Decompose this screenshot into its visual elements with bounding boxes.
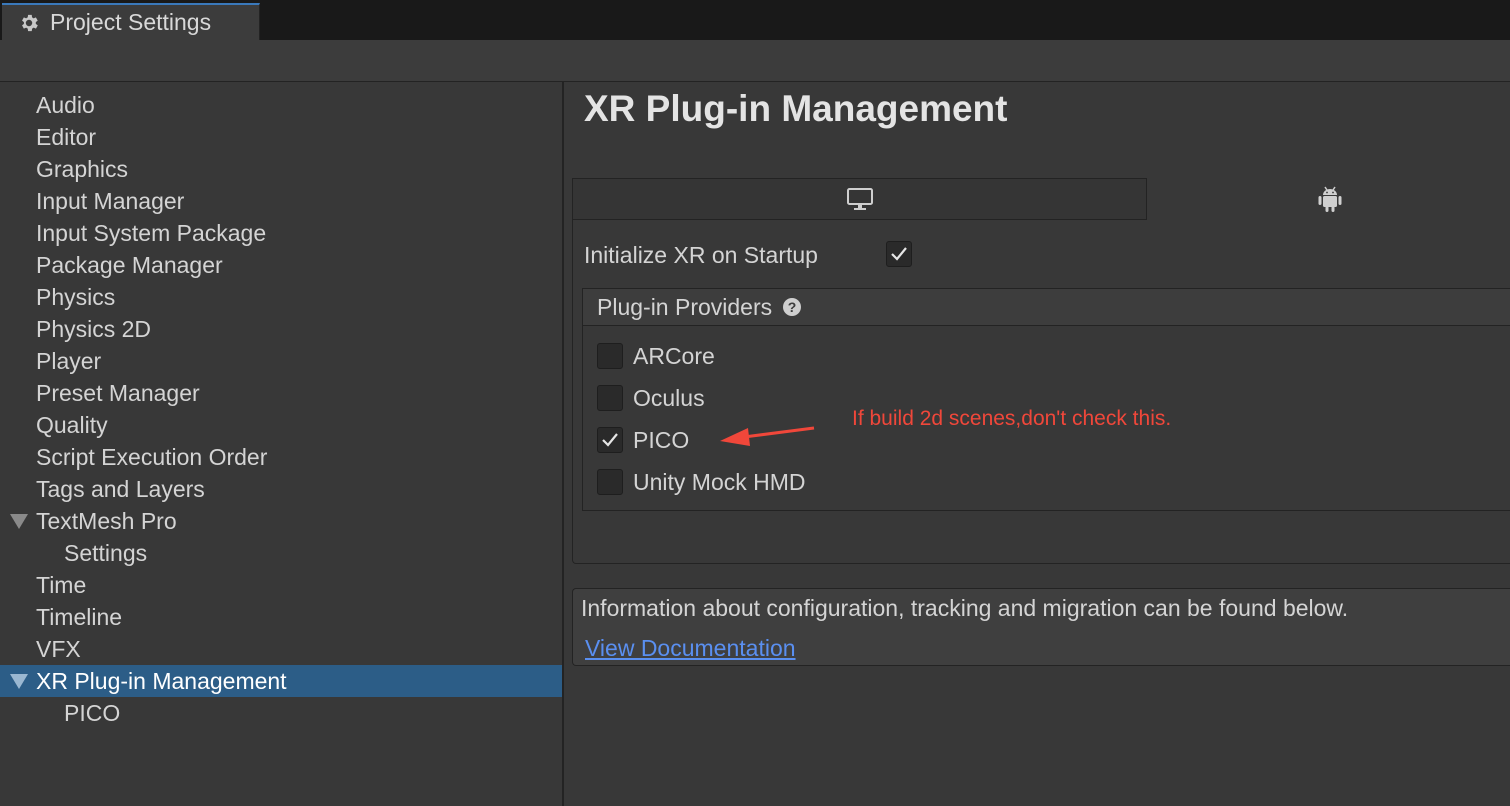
sidebar-item-pico[interactable]: PICO xyxy=(0,697,562,729)
sidebar-item-label: Player xyxy=(36,347,102,374)
sidebar-item-xr-plugin-management[interactable]: XR Plug-in Management xyxy=(0,665,562,697)
sidebar-item-label: Tags and Layers xyxy=(36,475,205,502)
sidebar-item-label: Input System Package xyxy=(36,219,267,246)
provider-checkbox[interactable] xyxy=(597,385,623,411)
settings-sidebar: Audio Editor Graphics Input Manager Inpu… xyxy=(0,82,564,806)
plugin-providers-label: Plug-in Providers xyxy=(597,293,773,320)
sidebar-item-timeline[interactable]: Timeline xyxy=(0,601,562,633)
checkmark-icon xyxy=(602,433,618,447)
sidebar-item-editor[interactable]: Editor xyxy=(0,121,562,153)
sidebar-item-preset-manager[interactable]: Preset Manager xyxy=(0,377,562,409)
provider-checkbox[interactable] xyxy=(597,427,623,453)
init-xr-label: Initialize XR on Startup xyxy=(584,241,818,268)
sidebar-item-time[interactable]: Time xyxy=(0,569,562,601)
tab-title: Project Settings xyxy=(50,9,212,35)
sidebar-item-player[interactable]: Player xyxy=(0,345,562,377)
sidebar-item-label: Time xyxy=(36,571,87,598)
init-xr-checkbox[interactable] xyxy=(886,241,912,267)
info-text: Information about configuration, trackin… xyxy=(581,595,1349,621)
annotation-arrow-icon xyxy=(720,426,815,446)
checkmark-icon xyxy=(891,247,907,261)
provider-label: Unity Mock HMD xyxy=(633,468,806,495)
toolbar-row xyxy=(0,40,1510,82)
tab-standalone[interactable] xyxy=(572,178,1147,220)
sidebar-item-label: XR Plug-in Management xyxy=(36,667,287,694)
sidebar-item-textmesh-settings[interactable]: Settings xyxy=(0,537,562,569)
sidebar-item-label: Physics 2D xyxy=(36,315,152,342)
expand-triangle-icon[interactable] xyxy=(10,674,28,689)
sidebar-item-label: VFX xyxy=(36,635,81,662)
sidebar-item-label: Timeline xyxy=(36,603,123,630)
sidebar-item-label: TextMesh Pro xyxy=(36,507,177,534)
sidebar-item-textmesh-pro[interactable]: TextMesh Pro xyxy=(0,505,562,537)
init-xr-row: Initialize XR on Startup xyxy=(584,238,818,272)
sidebar-item-vfx[interactable]: VFX xyxy=(0,633,562,665)
sidebar-item-script-execution-order[interactable]: Script Execution Order xyxy=(0,441,562,473)
sidebar-item-physics-2d[interactable]: Physics 2D xyxy=(0,313,562,345)
sidebar-item-label: Settings xyxy=(64,539,148,566)
annotation-note: If build 2d scenes,don't check this. xyxy=(852,407,1172,430)
monitor-icon xyxy=(846,188,873,210)
gear-icon xyxy=(22,14,38,31)
window-tab-strip: Project Settings xyxy=(0,0,1510,40)
sidebar-item-label: Quality xyxy=(36,411,108,438)
tab-android[interactable] xyxy=(1147,178,1510,220)
sidebar-item-label: Input Manager xyxy=(36,187,185,214)
expand-triangle-icon[interactable] xyxy=(10,514,28,529)
sidebar-item-audio[interactable]: Audio xyxy=(0,89,562,121)
sidebar-item-quality[interactable]: Quality xyxy=(0,409,562,441)
sidebar-item-label: Editor xyxy=(36,123,97,150)
sidebar-item-input-system-package[interactable]: Input System Package xyxy=(0,217,562,249)
provider-checkbox[interactable] xyxy=(597,469,623,495)
provider-label: ARCore xyxy=(633,342,715,369)
sidebar-item-graphics[interactable]: Graphics xyxy=(0,153,562,185)
page-title: XR Plug-in Management xyxy=(584,88,1008,129)
plugin-providers-header[interactable]: Plug-in Providers ? xyxy=(582,288,1510,326)
sidebar-item-package-manager[interactable]: Package Manager xyxy=(0,249,562,281)
svg-text:?: ? xyxy=(788,299,797,315)
sidebar-item-label: PICO xyxy=(64,699,121,726)
sidebar-item-label: Script Execution Order xyxy=(36,443,268,470)
android-icon xyxy=(1318,186,1341,212)
info-box: Information about configuration, trackin… xyxy=(572,588,1510,666)
sidebar-item-tags-and-layers[interactable]: Tags and Layers xyxy=(0,473,562,505)
sidebar-item-label: Preset Manager xyxy=(36,379,200,406)
sidebar-item-label: Graphics xyxy=(36,155,129,182)
provider-label: Oculus xyxy=(633,384,705,411)
sidebar-item-label: Audio xyxy=(36,91,95,118)
settings-main-panel: XR Plug-in Management Initialize XR on S… xyxy=(564,82,1510,806)
view-documentation-link[interactable]: View Documentation xyxy=(585,635,796,662)
sidebar-item-physics[interactable]: Physics xyxy=(0,281,562,313)
provider-label: PICO xyxy=(633,426,690,453)
project-settings-tab[interactable]: Project Settings xyxy=(2,3,260,40)
help-icon[interactable]: ? xyxy=(782,297,802,317)
sidebar-item-label: Package Manager xyxy=(36,251,223,278)
sidebar-item-input-manager[interactable]: Input Manager xyxy=(0,185,562,217)
provider-checkbox[interactable] xyxy=(597,343,623,369)
sidebar-item-label: Physics xyxy=(36,283,116,310)
